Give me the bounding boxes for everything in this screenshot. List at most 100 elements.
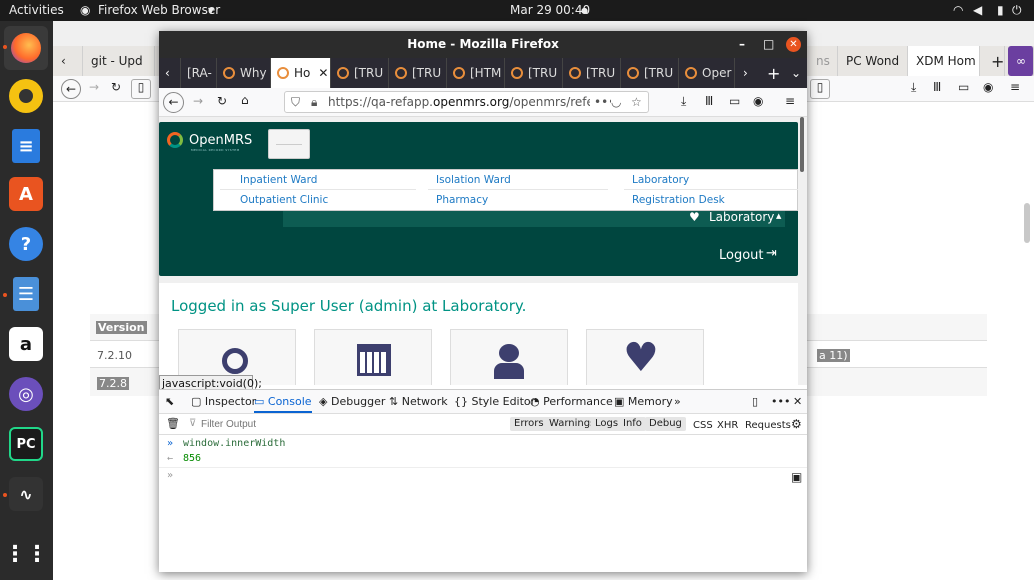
filter-logs-button[interactable]: Logs: [591, 417, 623, 431]
software-center-icon[interactable]: A: [9, 177, 43, 211]
back-icon[interactable]: ←: [163, 92, 184, 113]
maximize-icon[interactable]: □: [763, 31, 774, 58]
back-icon[interactable]: ←: [61, 79, 81, 99]
bg-tab-active[interactable]: XDM Hom: [908, 46, 980, 76]
picker-icon[interactable]: ⬉: [165, 390, 174, 414]
settings-gear-icon[interactable]: ⚙: [791, 417, 802, 431]
tab-network[interactable]: ⇅ Network: [389, 390, 448, 414]
filter-errors-button[interactable]: Errors: [510, 417, 548, 431]
system-monitor-icon[interactable]: ∿: [9, 477, 43, 511]
browser-icon[interactable]: ◎: [9, 377, 43, 411]
trash-icon[interactable]: 🗑︎: [166, 417, 180, 430]
tab[interactable]: Oper: [679, 58, 735, 88]
dock-side-icon[interactable]: ▯: [752, 390, 758, 414]
sidebar-icon[interactable]: ▭: [958, 80, 969, 94]
library-icon[interactable]: Ⅲ: [933, 80, 941, 94]
tab[interactable]: [TRU: [331, 58, 389, 88]
tab-memory[interactable]: ▣ Memory: [614, 390, 673, 414]
amazon-icon[interactable]: a: [9, 327, 43, 361]
tab-style-editor[interactable]: {} Style Editor: [454, 390, 535, 414]
console-input[interactable]: [179, 470, 779, 486]
minimize-icon[interactable]: –: [739, 31, 745, 58]
new-tab-icon[interactable]: +: [761, 58, 781, 88]
tab[interactable]: [TRU: [505, 58, 563, 88]
more-tools-icon[interactable]: »: [674, 390, 681, 414]
vitals-tile[interactable]: ♥: [586, 329, 704, 385]
pycharm-icon[interactable]: PC: [9, 427, 43, 461]
filter-debug-button[interactable]: Debug: [645, 417, 686, 431]
show-apps-icon[interactable]: ⋮⋮: [4, 537, 48, 571]
tab-performance[interactable]: ◔ Performance: [530, 390, 613, 414]
logout-link[interactable]: Logout: [719, 248, 764, 263]
tab-console[interactable]: ▭ Console: [254, 390, 312, 413]
clock[interactable]: Mar 29 00:40: [510, 3, 590, 17]
menu-toggle-button[interactable]: [268, 129, 310, 159]
shield-icon[interactable]: ⛉: [291, 92, 300, 112]
forward-icon[interactable]: →: [89, 80, 99, 94]
downloads-icon[interactable]: ⤓: [681, 94, 686, 109]
battery-icon[interactable]: ▮: [997, 3, 1004, 17]
power-icon[interactable]: ⏻: [1012, 3, 1022, 18]
help-icon[interactable]: ?: [9, 227, 43, 261]
location-item[interactable]: Outpatient Clinic: [240, 194, 328, 206]
bg-tab[interactable]: PC Wond: [838, 46, 908, 76]
tab-scroll-left-icon[interactable]: ‹: [159, 58, 181, 88]
register-patient-tile[interactable]: [450, 329, 568, 385]
url-bar[interactable]: ⛉ 🔒︎ https://qa-refapp.openmrs.org/openm…: [284, 91, 649, 113]
appointments-tile[interactable]: [314, 329, 432, 385]
location-item[interactable]: Isolation Ward: [436, 174, 511, 186]
tab-close-icon[interactable]: ✕: [318, 66, 328, 80]
tab[interactable]: [TRU: [563, 58, 621, 88]
tab-debugger[interactable]: ◈ Debugger: [319, 390, 385, 414]
filter-info-button[interactable]: Info: [619, 417, 646, 431]
tab-scroll-right-icon[interactable]: ›: [737, 58, 757, 88]
rhythmbox-icon[interactable]: [9, 79, 43, 113]
bg-tab[interactable]: git - Upd: [83, 46, 155, 76]
pocket-icon[interactable]: ◡: [611, 92, 622, 112]
reload-icon[interactable]: ↻: [217, 94, 227, 108]
sidebar-icon[interactable]: ▭: [729, 94, 740, 108]
tab[interactable]: Why: [217, 58, 271, 88]
new-tab-icon[interactable]: +: [983, 46, 1005, 76]
account-icon[interactable]: ◉: [983, 80, 993, 94]
tab-scroll-left-icon[interactable]: ‹: [53, 46, 83, 76]
writer-icon[interactable]: ≡: [12, 129, 40, 163]
reload-icon[interactable]: ↻: [111, 80, 121, 94]
location-item[interactable]: Registration Desk: [632, 194, 725, 206]
close-icon[interactable]: ✕: [786, 37, 801, 52]
volume-icon[interactable]: ◀: [973, 3, 982, 17]
filter-requests-button[interactable]: Requests: [745, 420, 791, 431]
firefox-launcher-icon[interactable]: [4, 26, 48, 70]
page-scrollbar[interactable]: [800, 117, 804, 172]
menu-icon[interactable]: ≡: [785, 94, 795, 108]
scrollbar[interactable]: [1024, 203, 1030, 243]
forward-icon[interactable]: →: [193, 94, 203, 108]
split-console-icon[interactable]: ▣: [791, 470, 802, 484]
filter-xhr-button[interactable]: XHR: [717, 420, 738, 431]
filter-css-button[interactable]: CSS: [693, 420, 713, 431]
lock-icon[interactable]: 🔒︎: [311, 92, 317, 112]
wifi-icon[interactable]: ◠: [953, 3, 963, 17]
home-icon[interactable]: ⌂: [241, 93, 249, 107]
current-location[interactable]: Laboratory: [709, 210, 774, 224]
bookmark-star-icon[interactable]: ☆: [631, 92, 642, 112]
devtools-close-icon[interactable]: ✕: [793, 390, 802, 414]
app-menu[interactable]: Firefox Web Browser: [98, 3, 220, 17]
filter-output-input[interactable]: [201, 416, 501, 432]
downloads-icon[interactable]: ⤓: [911, 80, 916, 95]
location-item[interactable]: Laboratory: [632, 174, 689, 186]
files-icon[interactable]: ☰: [13, 277, 39, 311]
tab[interactable]: [TRU: [621, 58, 679, 88]
activities-button[interactable]: Activities: [9, 3, 64, 17]
menu-icon[interactable]: ≡: [1010, 80, 1020, 94]
tab[interactable]: [HTM: [447, 58, 505, 88]
tab[interactable]: [TRU: [389, 58, 447, 88]
tab[interactable]: [RA-: [181, 58, 217, 88]
tab-inspector[interactable]: ▢ Inspector: [191, 390, 256, 414]
tab-active[interactable]: Ho ✕: [271, 58, 331, 88]
bg-tab[interactable]: ns: [808, 46, 838, 76]
location-item[interactable]: Inpatient Ward: [240, 174, 317, 186]
list-all-tabs-icon[interactable]: ⌄: [785, 58, 805, 88]
location-item[interactable]: Pharmacy: [436, 194, 488, 206]
devtools-menu-icon[interactable]: •••: [771, 390, 790, 414]
